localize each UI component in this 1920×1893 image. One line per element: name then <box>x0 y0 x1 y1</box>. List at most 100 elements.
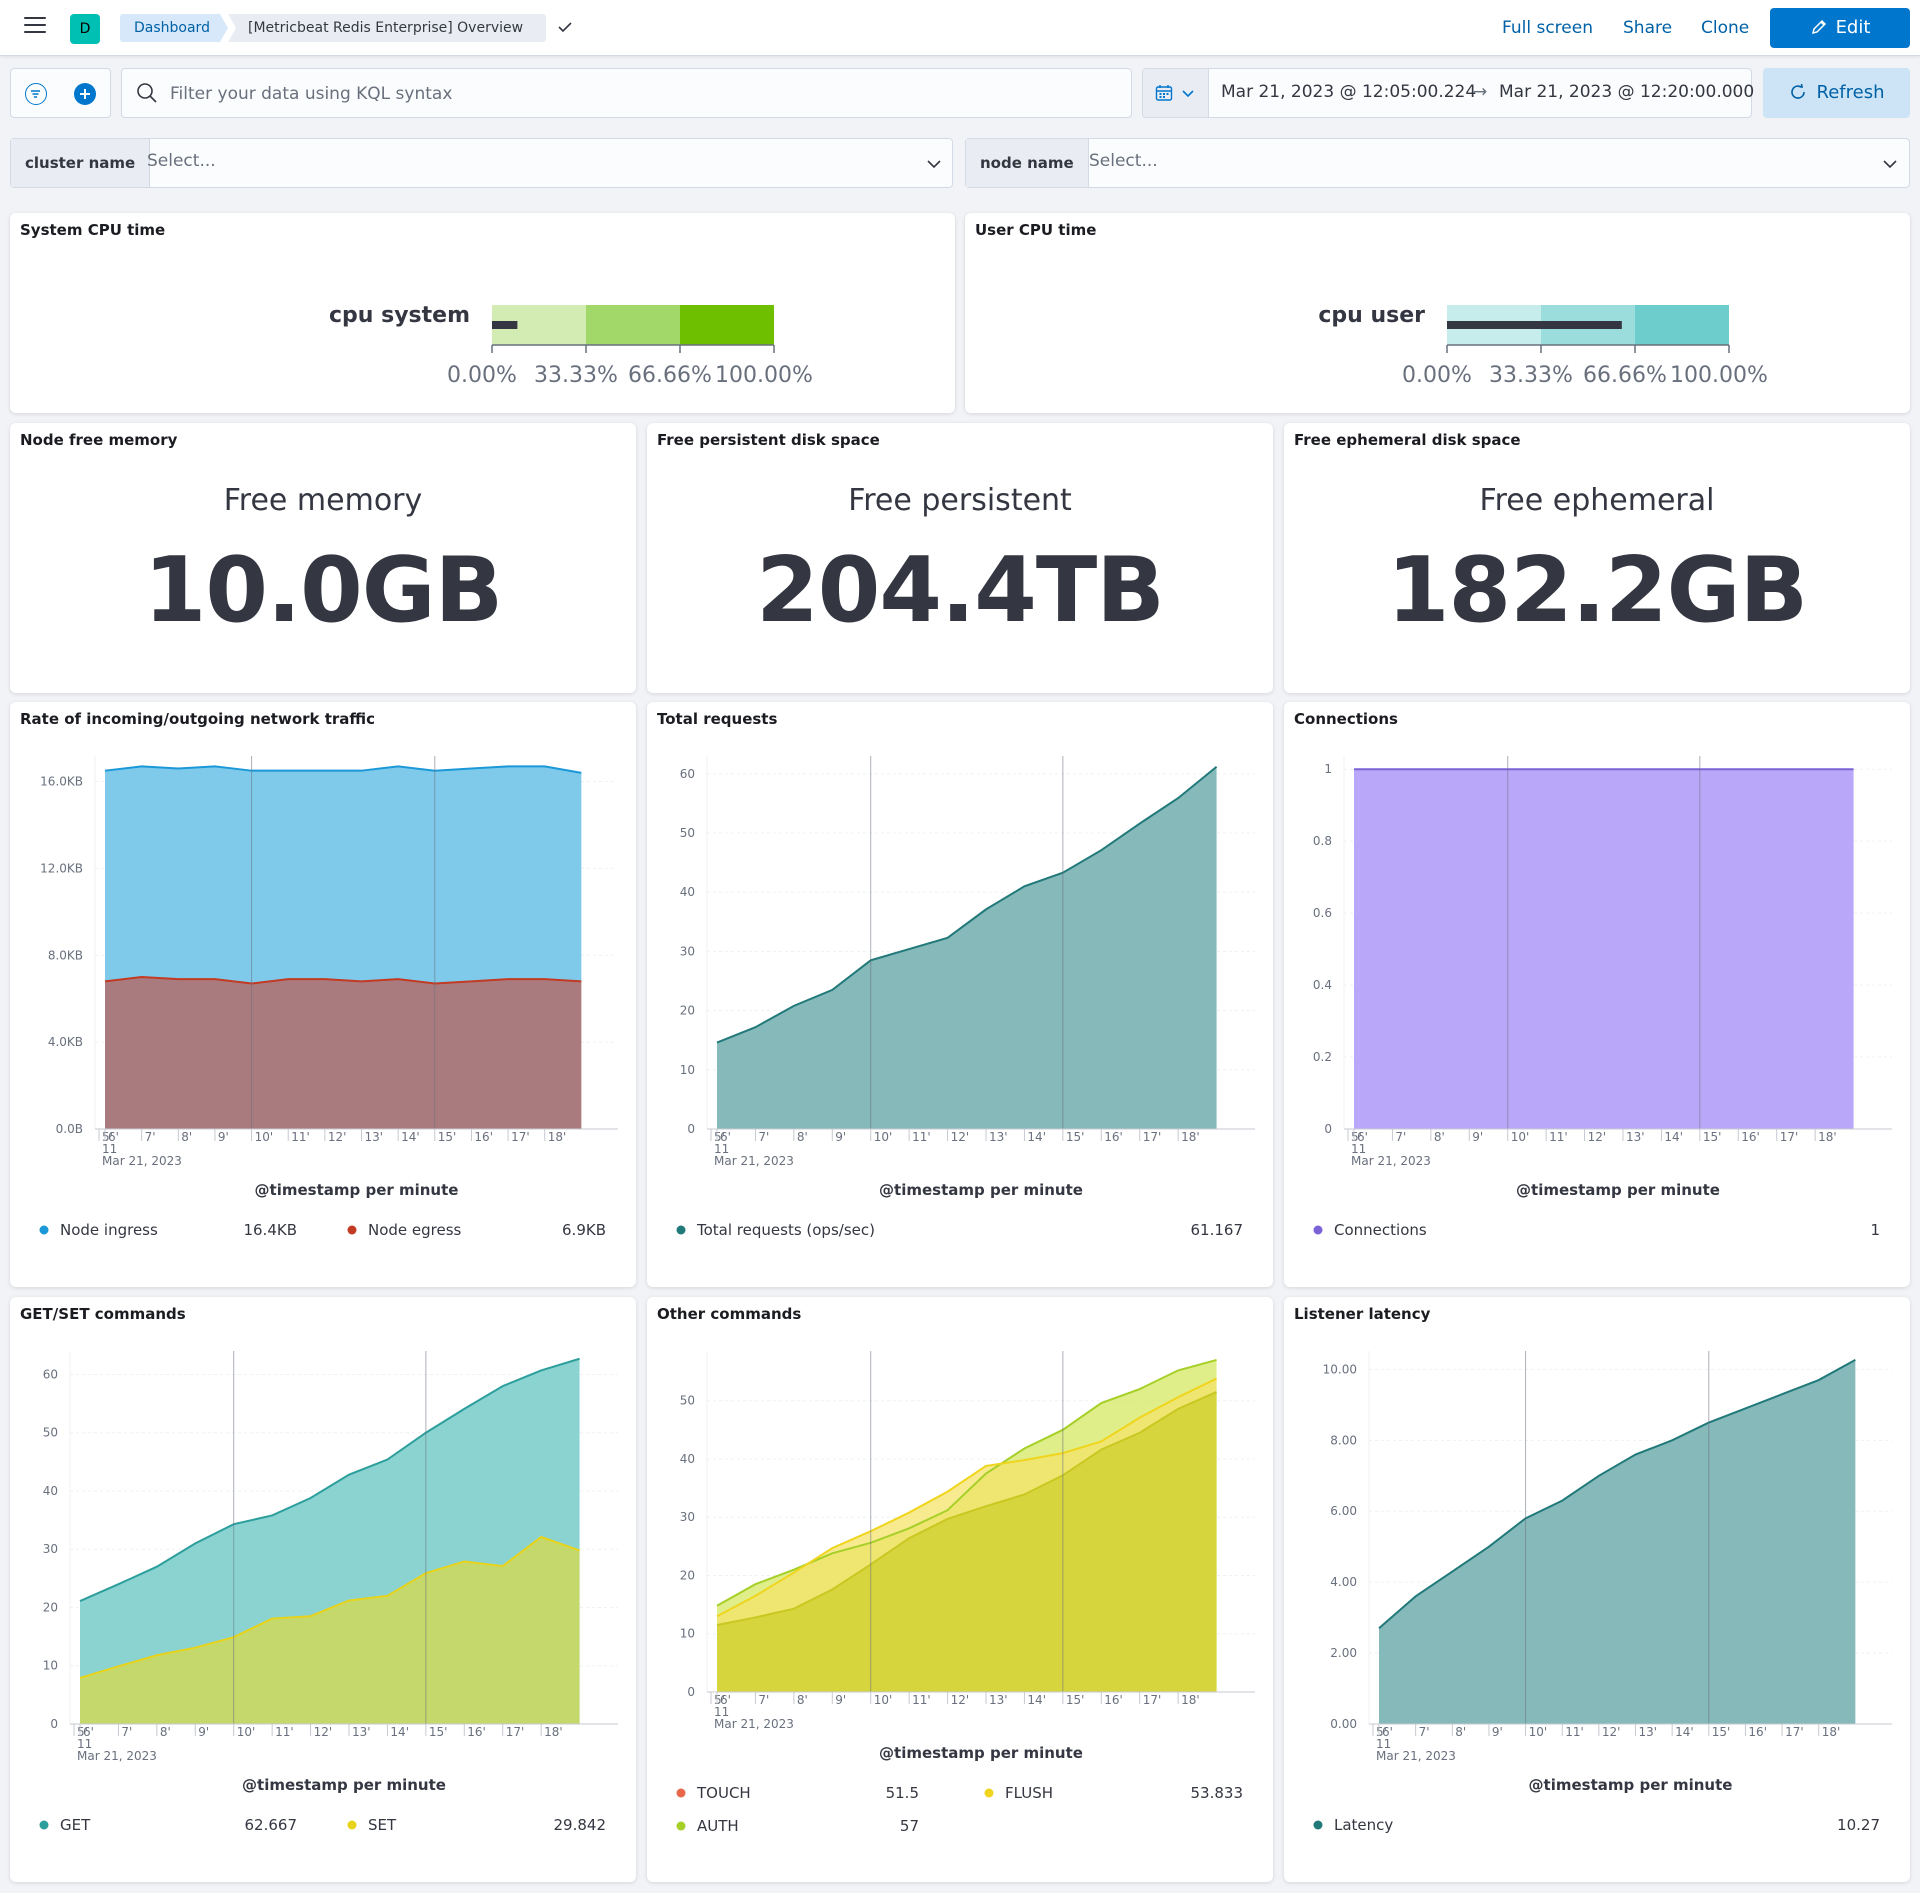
x-tick-label: 15' <box>1712 1725 1731 1739</box>
series-area <box>1354 769 1854 1129</box>
gauge-tick: 0.00% <box>1402 363 1472 388</box>
panel-title: Free persistent disk space <box>657 431 880 449</box>
cluster-name-label: cluster name <box>11 139 151 187</box>
x-tick-label: 12' <box>1588 1130 1607 1144</box>
menu-icon[interactable] <box>24 17 46 35</box>
x-start-date: Mar 21, 2023 <box>714 1154 794 1168</box>
gauge-band <box>680 305 774 345</box>
panel-total-requests: Total requests 0 10 20 30 40 50 60 5' 11 Mar 21, … <box>647 702 1273 1287</box>
cluster-name-select[interactable]: Select... <box>147 151 216 171</box>
node-name-select[interactable]: Select... <box>1089 151 1158 171</box>
x-start-date: Mar 21, 2023 <box>714 1717 794 1731</box>
x-tick-label: 16' <box>1748 1725 1767 1739</box>
node-name-control[interactable]: node name Select... <box>965 138 1910 188</box>
connections-chart: 0 0.2 0.4 0.6 0.8 15' 1 1 Mar 21, 2023 6' 7' 8' 9' 10… <box>1313 756 1892 1239</box>
date-picker: Mar 21, 2023 @ 12:05:00.224 → Mar 21, 20… <box>1142 68 1754 118</box>
x-tick-label: 8' <box>797 1693 808 1707</box>
y-tick-label: 2.00 <box>1330 1646 1357 1660</box>
legend-value: 57 <box>900 1817 919 1835</box>
x-tick-label: 14' <box>401 1130 420 1144</box>
x-tick-label: 11' <box>912 1693 931 1707</box>
x-tick-label: 17' <box>506 1725 525 1739</box>
check-icon[interactable] <box>556 18 576 38</box>
legend-item[interactable]: TOUCH 51.5 <box>676 1784 920 1802</box>
x-axis-title: @timestamp per minute <box>242 1776 446 1794</box>
end-date[interactable]: Mar 21, 2023 @ 12:20:00.000 <box>1499 82 1754 102</box>
y-tick-label: 20 <box>680 1568 695 1582</box>
x-tick-label: 6' <box>108 1130 119 1144</box>
legend-item[interactable]: GET 62.667 <box>39 1816 298 1834</box>
node-name-label: node name <box>966 139 1089 187</box>
x-tick-label: 10' <box>237 1725 256 1739</box>
kql-search-input[interactable] <box>170 81 1070 107</box>
legend-item[interactable]: Connections 1 <box>1313 1221 1881 1239</box>
legend-value: 62.667 <box>245 1816 298 1834</box>
legend-dot <box>39 1820 49 1830</box>
x-tick-label: 13' <box>989 1130 1008 1144</box>
x-tick-label: 6' <box>720 1130 731 1144</box>
panel-system-cpu: System CPU time cpu system 0.00% 33.33% … <box>10 213 955 413</box>
y-tick-label: 10 <box>680 1627 695 1641</box>
panel-other-commands: Other commands 0 10 20 30 40 50 5' 11 Mar 21, 20… <box>647 1297 1273 1882</box>
date-arrow-icon: → <box>1473 82 1488 102</box>
x-axis-title: @timestamp per minute <box>1516 1181 1720 1199</box>
full-screen-link[interactable]: Full screen <box>1502 14 1593 42</box>
y-tick-label: 30 <box>680 944 695 958</box>
legend-item[interactable]: Node ingress 16.4KB <box>39 1221 298 1239</box>
share-link[interactable]: Share <box>1623 14 1672 42</box>
quick-date-button[interactable] <box>1143 69 1209 117</box>
cluster-name-control[interactable]: cluster name Select... <box>10 138 953 188</box>
x-tick-label: 16' <box>1104 1693 1123 1707</box>
panel-network-traffic: Rate of incoming/outgoing network traffi… <box>10 702 636 1287</box>
kql-search-field[interactable] <box>121 68 1132 118</box>
x-tick-label: 16' <box>467 1725 486 1739</box>
clone-link[interactable]: Clone <box>1701 14 1749 42</box>
x-tick-label: 7' <box>121 1725 132 1739</box>
legend-value: 1 <box>1870 1221 1880 1239</box>
x-start-date: Mar 21, 2023 <box>102 1154 182 1168</box>
legend-item[interactable]: FLUSH 53.833 <box>984 1784 1244 1802</box>
start-date[interactable]: Mar 21, 2023 @ 12:05:00.224 <box>1221 82 1476 102</box>
legend-value: 61.167 <box>1191 1221 1244 1239</box>
x-tick-label: 14' <box>1675 1725 1694 1739</box>
gauge-tick: 0.00% <box>447 363 517 388</box>
breadcrumb-dashboard[interactable]: Dashboard <box>120 14 228 42</box>
filter-options-icon[interactable] <box>25 83 47 105</box>
legend-dot <box>347 1225 357 1235</box>
x-tick-label: 12' <box>951 1130 970 1144</box>
legend-name: Latency <box>1334 1816 1393 1834</box>
x-tick-label: 18' <box>544 1725 563 1739</box>
edit-button[interactable]: Edit <box>1770 8 1910 48</box>
y-tick-label: 60 <box>680 767 695 781</box>
legend-item[interactable]: SET 29.842 <box>347 1816 607 1834</box>
y-tick-label: 6.00 <box>1330 1504 1357 1518</box>
refresh-button[interactable]: Refresh <box>1763 68 1910 118</box>
series-area <box>105 976 582 1129</box>
y-tick-label: 30 <box>680 1510 695 1524</box>
panel-free-ephemeral: Free ephemeral disk space Free ephemeral… <box>1284 423 1910 693</box>
y-tick-label: 10.00 <box>1323 1362 1357 1376</box>
x-start-date: Mar 21, 2023 <box>1351 1154 1431 1168</box>
x-tick-label: 13' <box>365 1130 384 1144</box>
x-tick-label: 16' <box>1741 1130 1760 1144</box>
x-tick-label: 15' <box>1703 1130 1722 1144</box>
space-avatar[interactable]: D <box>70 14 100 44</box>
legend-item[interactable]: Latency 10.27 <box>1313 1816 1881 1834</box>
x-tick-label: 11' <box>275 1725 294 1739</box>
y-tick-label: 8.00 <box>1330 1433 1357 1447</box>
x-tick-label: 13' <box>989 1693 1008 1707</box>
add-filter-icon[interactable] <box>74 83 96 105</box>
legend-item[interactable]: AUTH 57 <box>676 1817 920 1835</box>
legend-dot <box>676 1225 686 1235</box>
legend-dot <box>676 1788 686 1798</box>
legend-item[interactable]: Total requests (ops/sec) 61.167 <box>676 1221 1244 1239</box>
x-axis-title: @timestamp per minute <box>1529 1776 1733 1794</box>
y-tick-label: 0.00 <box>1330 1717 1357 1731</box>
panel-listener-latency: Listener latency 0.00 2.00 4.00 6.00 8.00 10.… <box>1284 1297 1910 1882</box>
legend-name: SET <box>368 1816 397 1834</box>
gauge-tick: 33.33% <box>534 363 618 388</box>
legend-name: Total requests (ops/sec) <box>696 1221 875 1239</box>
metric-value: 182.2GB <box>1386 538 1808 643</box>
legend-item[interactable]: Node egress 6.9KB <box>347 1221 607 1239</box>
y-tick-label: 10 <box>43 1659 58 1673</box>
